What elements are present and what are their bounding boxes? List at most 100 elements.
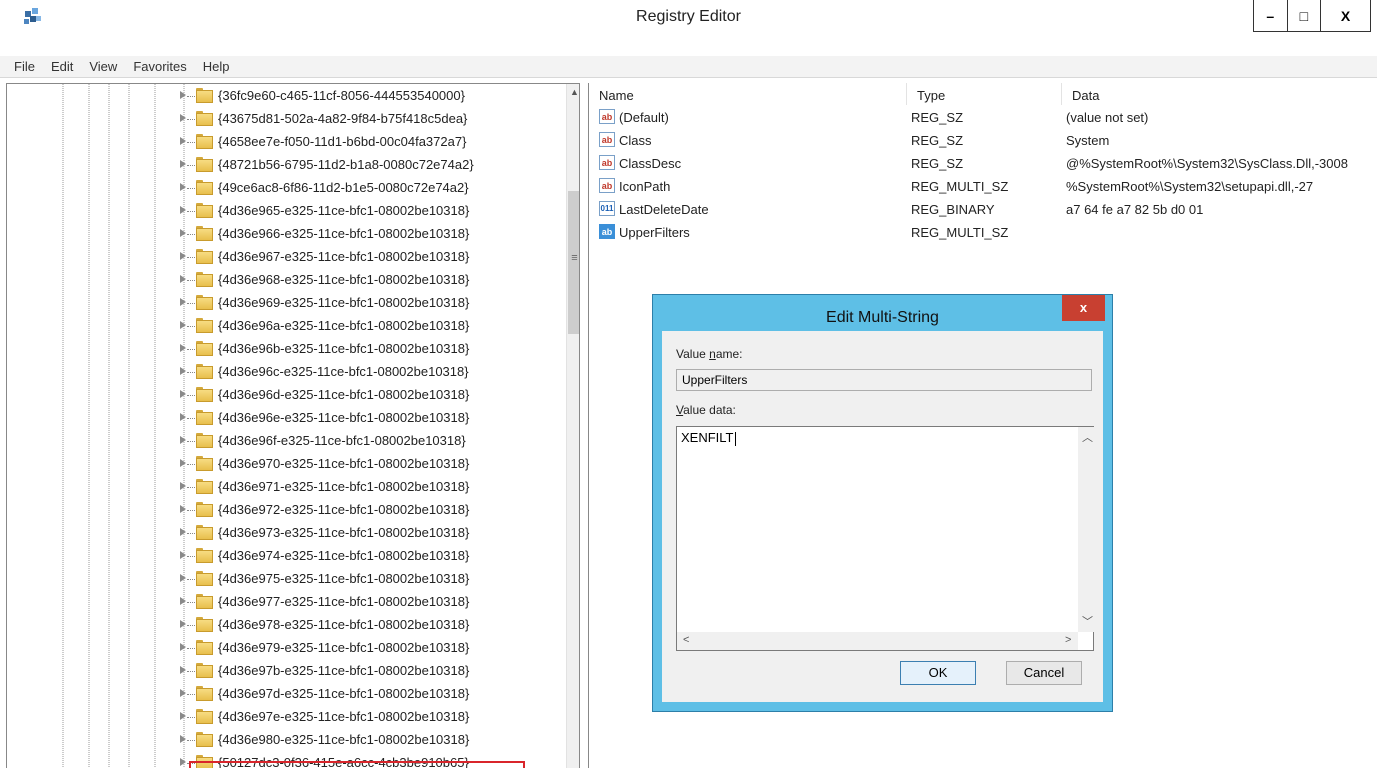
tree-item[interactable]: {4d36e975-e325-11ce-bfc1-08002be10318} — [7, 568, 562, 590]
expand-arrow-icon[interactable] — [180, 137, 186, 145]
scroll-grip-icon: ≡ — [571, 252, 578, 264]
tree-scrollbar[interactable]: ▲ ≡ — [566, 84, 579, 768]
value-type: REG_SZ — [911, 133, 964, 148]
close-button[interactable]: X — [1321, 0, 1370, 31]
tree-connector — [187, 556, 195, 557]
folder-icon — [196, 594, 213, 609]
tree-item[interactable]: {4d36e972-e325-11ce-bfc1-08002be10318} — [7, 499, 562, 521]
expand-arrow-icon[interactable] — [180, 114, 186, 122]
expand-arrow-icon[interactable] — [180, 643, 186, 651]
expand-arrow-icon[interactable] — [180, 482, 186, 490]
tree-item[interactable]: {4d36e978-e325-11ce-bfc1-08002be10318} — [7, 614, 562, 636]
textarea-horizontal-scrollbar[interactable]: < > — [677, 632, 1078, 650]
tree-item[interactable]: {4d36e980-e325-11ce-bfc1-08002be10318} — [7, 729, 562, 751]
tree-connector — [187, 717, 195, 718]
tree-item[interactable]: {4d36e96c-e325-11ce-bfc1-08002be10318} — [7, 361, 562, 383]
tree-item[interactable]: {36fc9e60-c465-11cf-8056-444553540000} — [7, 85, 562, 107]
tree-item[interactable]: {4d36e97b-e325-11ce-bfc1-08002be10318} — [7, 660, 562, 682]
value-row[interactable]: ab IconPath REG_MULTI_SZ %SystemRoot%\Syste… — [589, 176, 1377, 199]
value-data-textarea[interactable]: XENFILT ︿ ﹀ < > — [676, 426, 1094, 651]
tree-item[interactable]: {4d36e967-e325-11ce-bfc1-08002be10318} — [7, 246, 562, 268]
tree-item[interactable]: {4d36e96d-e325-11ce-bfc1-08002be10318} — [7, 384, 562, 406]
expand-arrow-icon[interactable] — [180, 528, 186, 536]
expand-arrow-icon[interactable] — [180, 505, 186, 513]
maximize-button[interactable]: □ — [1288, 0, 1322, 31]
dialog-close-button[interactable]: x — [1062, 295, 1105, 321]
chevron-up-icon[interactable]: ︿ — [1082, 429, 1093, 445]
folder-icon — [196, 617, 213, 632]
chevron-right-icon[interactable]: > — [1065, 634, 1071, 646]
menu-help[interactable]: Help — [195, 59, 238, 74]
scroll-up-icon[interactable]: ▲ — [567, 84, 579, 101]
menu-file[interactable]: File — [6, 59, 43, 74]
expand-arrow-icon[interactable] — [180, 344, 186, 352]
expand-arrow-icon[interactable] — [180, 459, 186, 467]
tree-item[interactable]: {4d36e974-e325-11ce-bfc1-08002be10318} — [7, 545, 562, 567]
expand-arrow-icon[interactable] — [180, 597, 186, 605]
value-data: (value not set) — [1066, 110, 1149, 125]
tree-item[interactable]: {4d36e97d-e325-11ce-bfc1-08002be10318} — [7, 683, 562, 705]
tree-item[interactable]: {4658ee7e-f050-11d1-b6bd-00c04fa372a7} — [7, 131, 562, 153]
tree-item[interactable]: {4d36e965-e325-11ce-bfc1-08002be10318} — [7, 200, 562, 222]
tree-item[interactable]: {4d36e973-e325-11ce-bfc1-08002be10318} — [7, 522, 562, 544]
chevron-left-icon[interactable]: < — [683, 634, 689, 646]
tree-item[interactable]: {4d36e968-e325-11ce-bfc1-08002be10318} — [7, 269, 562, 291]
expand-arrow-icon[interactable] — [180, 551, 186, 559]
value-row[interactable]: 011 LastDeleteDate REG_BINARY a7 64 fe a7 8… — [589, 199, 1377, 222]
tree-item[interactable]: {48721b56-6795-11d2-b1a8-0080c72e74a2} — [7, 154, 562, 176]
expand-arrow-icon[interactable] — [180, 436, 186, 444]
tree-item[interactable]: {4d36e969-e325-11ce-bfc1-08002be10318} — [7, 292, 562, 314]
expand-arrow-icon[interactable] — [180, 229, 186, 237]
menu-edit[interactable]: Edit — [43, 59, 81, 74]
value-row[interactable]: ab ClassDesc REG_SZ @%SystemRoot%\System32\… — [589, 153, 1377, 176]
expand-arrow-icon[interactable] — [180, 183, 186, 191]
expand-arrow-icon[interactable] — [180, 666, 186, 674]
expand-arrow-icon[interactable] — [180, 321, 186, 329]
expand-arrow-icon[interactable] — [180, 390, 186, 398]
registry-tree[interactable]: {36fc9e60-c465-11cf-8056-444553540000} {4… — [6, 83, 580, 768]
expand-arrow-icon[interactable] — [180, 689, 186, 697]
tree-item[interactable]: {4d36e979-e325-11ce-bfc1-08002be10318} — [7, 637, 562, 659]
tree-item-label: {4d36e972-e325-11ce-bfc1-08002be10318} — [218, 502, 470, 517]
minimize-button[interactable]: – — [1254, 0, 1288, 31]
menu-favorites[interactable]: Favorites — [125, 59, 194, 74]
folder-icon — [196, 387, 213, 402]
expand-arrow-icon[interactable] — [180, 574, 186, 582]
textarea-vertical-scrollbar[interactable]: ︿ ﹀ — [1078, 427, 1094, 632]
expand-arrow-icon[interactable] — [180, 275, 186, 283]
expand-arrow-icon[interactable] — [180, 758, 186, 766]
tree-item[interactable]: {49ce6ac8-6f86-11d2-b1e5-0080c72e74a2} — [7, 177, 562, 199]
tree-item[interactable]: {4d36e977-e325-11ce-bfc1-08002be10318} — [7, 591, 562, 613]
tree-item[interactable]: {4d36e97e-e325-11ce-bfc1-08002be10318} — [7, 706, 562, 728]
expand-arrow-icon[interactable] — [180, 712, 186, 720]
cancel-button[interactable]: Cancel — [1006, 661, 1082, 685]
tree-item[interactable]: {4d36e96a-e325-11ce-bfc1-08002be10318} — [7, 315, 562, 337]
expand-arrow-icon[interactable] — [180, 620, 186, 628]
tree-item[interactable]: {4d36e970-e325-11ce-bfc1-08002be10318} — [7, 453, 562, 475]
value-row[interactable]: ab (Default) REG_SZ (value not set) — [589, 107, 1377, 130]
expand-arrow-icon[interactable] — [180, 252, 186, 260]
tree-item[interactable]: {4d36e96e-e325-11ce-bfc1-08002be10318} — [7, 407, 562, 429]
expand-arrow-icon[interactable] — [180, 413, 186, 421]
ok-button[interactable]: OK — [900, 661, 976, 685]
tree-item-label: {4d36e96f-e325-11ce-bfc1-08002be10318} — [218, 433, 466, 448]
expand-arrow-icon[interactable] — [180, 206, 186, 214]
tree-item-label: {4d36e97e-e325-11ce-bfc1-08002be10318} — [218, 709, 470, 724]
expand-arrow-icon[interactable] — [180, 298, 186, 306]
column-name[interactable]: Name — [589, 83, 907, 105]
menu-view[interactable]: View — [81, 59, 125, 74]
tree-item[interactable]: {4d36e96f-e325-11ce-bfc1-08002be10318} — [7, 430, 562, 452]
tree-item[interactable]: {4d36e96b-e325-11ce-bfc1-08002be10318} — [7, 338, 562, 360]
expand-arrow-icon[interactable] — [180, 91, 186, 99]
expand-arrow-icon[interactable] — [180, 160, 186, 168]
value-row[interactable]: ab UpperFilters REG_MULTI_SZ — [589, 222, 1377, 245]
value-row[interactable]: ab Class REG_SZ System — [589, 130, 1377, 153]
column-data[interactable]: Data — [1062, 83, 1377, 105]
tree-item[interactable]: {4d36e966-e325-11ce-bfc1-08002be10318} — [7, 223, 562, 245]
chevron-down-icon[interactable]: ﹀ — [1082, 613, 1093, 629]
tree-item[interactable]: {4d36e971-e325-11ce-bfc1-08002be10318} — [7, 476, 562, 498]
tree-item[interactable]: {43675d81-502a-4a82-9f84-b75f418c5dea} — [7, 108, 562, 130]
expand-arrow-icon[interactable] — [180, 367, 186, 375]
column-type[interactable]: Type — [907, 83, 1062, 105]
expand-arrow-icon[interactable] — [180, 735, 186, 743]
